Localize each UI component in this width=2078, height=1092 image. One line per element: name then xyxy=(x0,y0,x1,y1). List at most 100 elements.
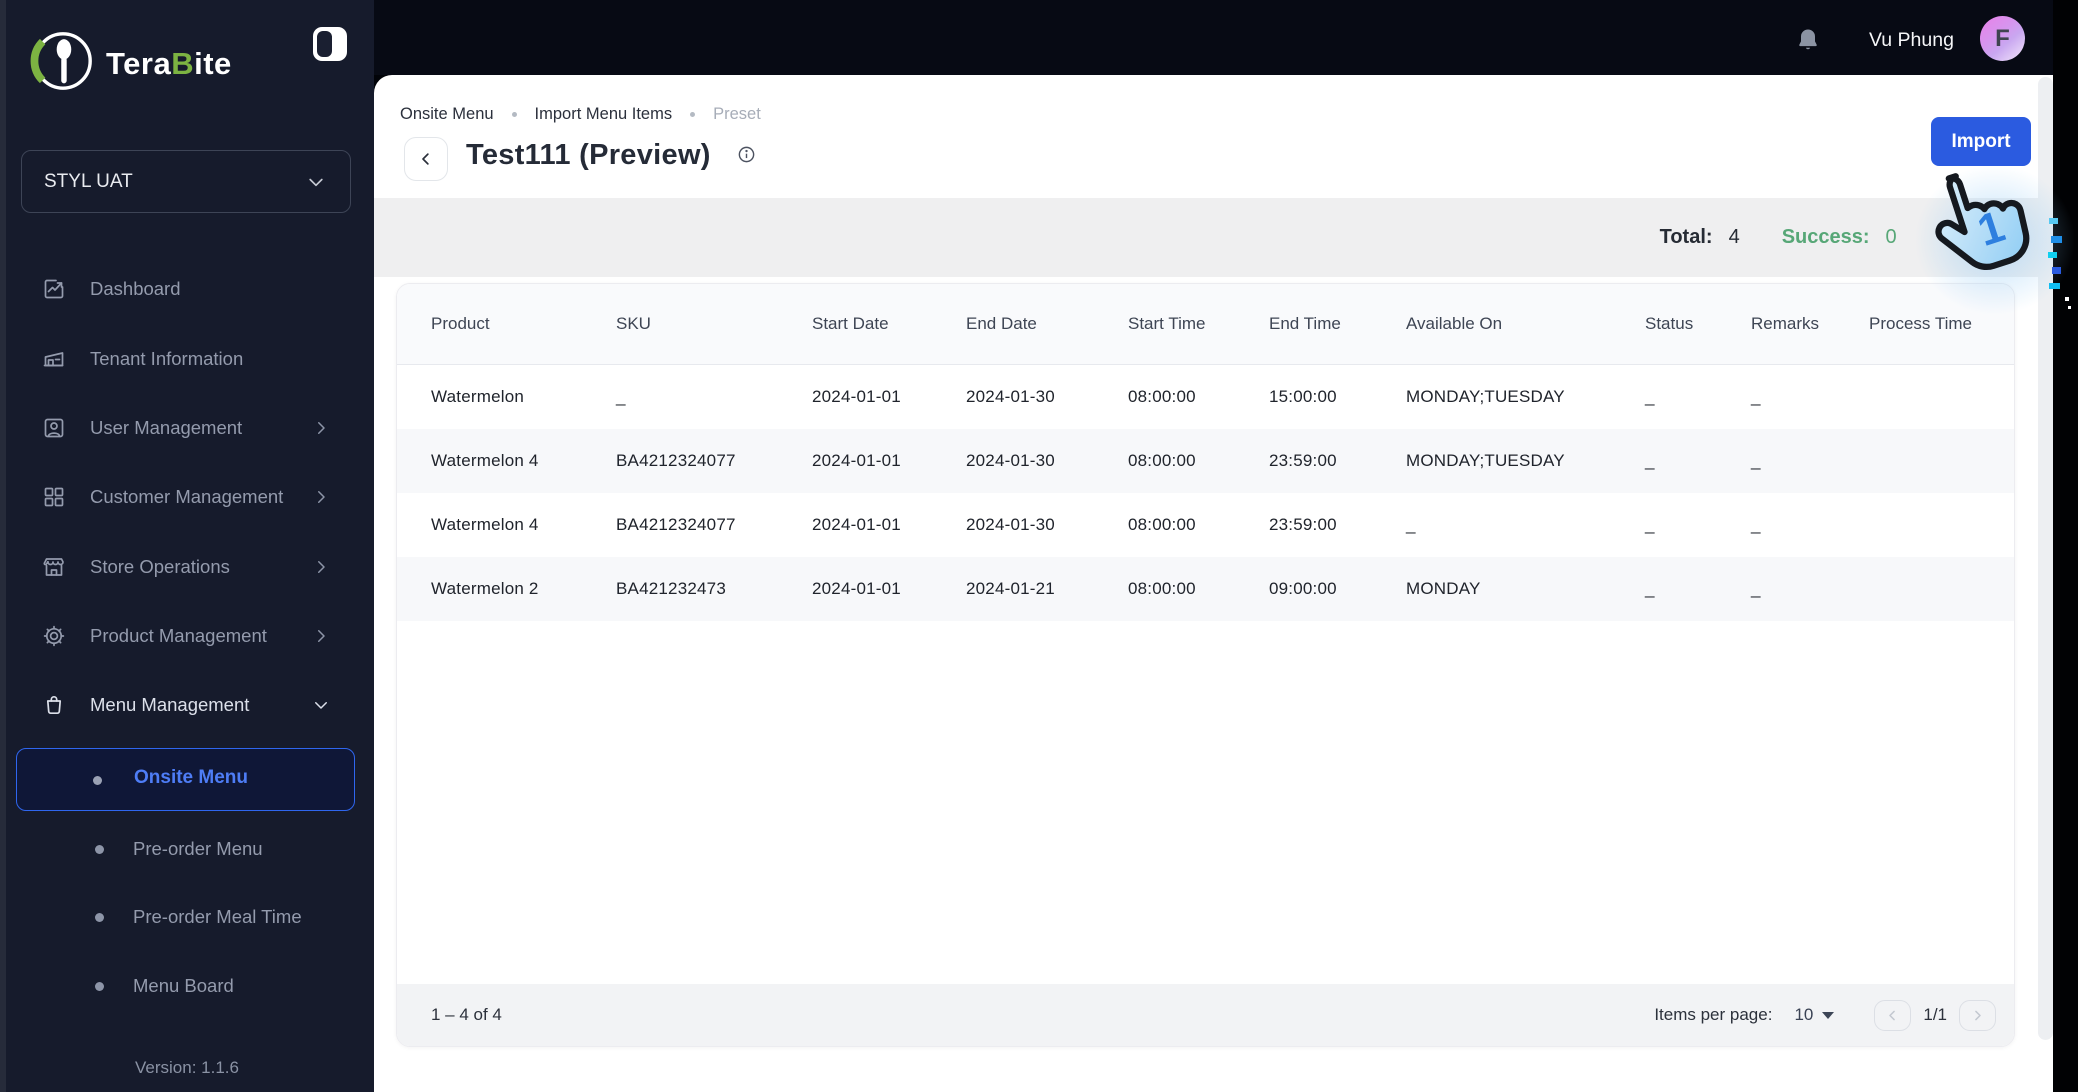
items-per-page-select[interactable]: 10 xyxy=(1794,1005,1835,1025)
import-summary-bar: Total: 4 Success: 0 E xyxy=(374,198,2053,277)
sidebar-item-tenant-information[interactable]: Tenant Information xyxy=(0,337,374,381)
sidebar-item-store-operations[interactable]: Store Operations xyxy=(0,545,374,589)
table-cell: BA421232473 xyxy=(616,579,726,598)
column-header: Remarks xyxy=(1751,314,1820,333)
total-label: Total: xyxy=(1659,226,1713,248)
chevron-left-icon xyxy=(1889,1010,1896,1020)
sidebar-subitem-menu-board[interactable]: Menu Board xyxy=(0,967,374,1007)
app-window: TeraBite STYL UAT Dashboard Tenant Infor… xyxy=(0,0,2078,1092)
sidebar-item-dashboard[interactable]: Dashboard xyxy=(0,267,374,311)
column-header: End Date xyxy=(966,314,1037,333)
avatar[interactable]: F xyxy=(1980,16,2025,61)
sidebar-collapse-button[interactable] xyxy=(313,27,347,61)
column-header: End Time xyxy=(1269,314,1341,333)
sidebar-item-label: Dashboard xyxy=(90,278,181,299)
notifications-bell-icon[interactable] xyxy=(1794,26,1822,59)
total-value: 4 xyxy=(1728,226,1740,248)
bullet-icon xyxy=(95,913,104,922)
table-cell: 2024-01-01 xyxy=(812,515,901,534)
terabite-logo-icon xyxy=(30,28,96,99)
page-title: Test111 (Preview) xyxy=(466,139,711,171)
glitch-pixel xyxy=(2068,306,2071,309)
pagination-range: 1 – 4 of 4 xyxy=(431,1005,502,1024)
info-icon[interactable] xyxy=(737,145,756,169)
table-cell: _ xyxy=(1645,451,1655,470)
sidebar-subitem-pre-order-meal-time[interactable]: Pre-order Meal Time xyxy=(0,898,374,938)
table-cell: 08:00:00 xyxy=(1128,515,1196,534)
click-cursor-hand-icon: 1 xyxy=(1922,160,2047,290)
chevron-right-icon xyxy=(312,488,330,511)
import-button[interactable]: Import xyxy=(1931,117,2031,166)
items-per-page-value: 10 xyxy=(1794,1005,1814,1024)
sidebar-item-label: User Management xyxy=(90,417,243,438)
table-cell: _ xyxy=(1645,515,1655,534)
table-cell: 15:00:00 xyxy=(1269,387,1337,406)
workspace-select-value: STYL UAT xyxy=(44,170,133,192)
sidebar-item-label: Menu Management xyxy=(90,694,250,715)
gear-icon xyxy=(42,624,66,648)
bullet-icon xyxy=(93,776,102,785)
sidebar-item-product-management[interactable]: Product Management xyxy=(0,614,374,658)
column-header: Start Date xyxy=(812,314,889,333)
sidebar-item-user-management[interactable]: User Management xyxy=(0,406,374,450)
table-cell: 2024-01-01 xyxy=(812,451,901,470)
table-cell: _ xyxy=(1751,387,1761,406)
glitch-pixel xyxy=(2052,267,2061,274)
table-cell: _ xyxy=(1645,387,1655,406)
chevron-right-icon xyxy=(312,419,330,442)
sidebar-subitem-pre-order-menu[interactable]: Pre-order Menu xyxy=(0,830,374,870)
grid-icon xyxy=(42,485,66,509)
sidebar-subitem-onsite-menu[interactable]: Onsite Menu xyxy=(16,748,355,811)
table-header-row: Product SKU Start Date End Date Start Time En… xyxy=(397,284,2014,364)
previous-page-button[interactable] xyxy=(1874,999,1912,1031)
table-row: Watermelon _ 2024-01-01 2024-01-30 08:00:00 1… xyxy=(397,365,2014,429)
table-cell: BA4212324077 xyxy=(616,515,736,534)
chevron-left-icon xyxy=(422,153,429,165)
table-cell: _ xyxy=(1751,451,1761,470)
table-body: Watermelon _ 2024-01-01 2024-01-30 08:00:00 1… xyxy=(397,365,2014,621)
table-cell: 08:00:00 xyxy=(1128,451,1196,470)
sidebar-item-customer-management[interactable]: Customer Management xyxy=(0,475,374,519)
breadcrumb-separator xyxy=(690,112,696,117)
dropdown-arrow-icon xyxy=(1822,1011,1835,1019)
glitch-pixel xyxy=(2065,297,2069,301)
next-page-button[interactable] xyxy=(1959,999,1996,1031)
table-header: Product SKU Start Date End Date Start Time En… xyxy=(397,284,2014,365)
chevron-right-icon xyxy=(312,627,330,650)
bullet-icon xyxy=(95,982,104,991)
table-cell: Watermelon xyxy=(431,387,525,406)
breadcrumb-onsite-menu[interactable]: Onsite Menu xyxy=(400,105,494,124)
sidebar-item-label: Customer Management xyxy=(90,486,284,507)
app-logo: TeraBite xyxy=(30,28,232,99)
storefront-icon xyxy=(42,555,66,579)
back-button[interactable] xyxy=(404,137,448,181)
table-cell: BA4212324077 xyxy=(616,451,736,470)
table-cell: 2024-01-21 xyxy=(966,579,1055,598)
sidebar-item-menu-management[interactable]: Menu Management xyxy=(0,683,374,727)
page-indicator: 1/1 xyxy=(1923,1005,1947,1024)
breadcrumb-preset: Preset xyxy=(713,105,761,123)
dashboard-icon xyxy=(42,277,66,301)
user-icon xyxy=(42,416,66,440)
glitch-pixel xyxy=(2051,236,2062,243)
column-header: Process Time xyxy=(1869,314,1972,333)
table-cell: Watermelon 2 xyxy=(431,579,539,598)
breadcrumb-import-menu-items[interactable]: Import Menu Items xyxy=(535,105,673,124)
shopping-bag-icon xyxy=(42,693,66,717)
workspace-select[interactable]: STYL UAT xyxy=(21,150,351,213)
preview-table-card: Product SKU Start Date End Date Start Time En… xyxy=(396,283,2015,1047)
table-cell: 08:00:00 xyxy=(1128,387,1196,406)
table-cell: MONDAY xyxy=(1406,579,1481,598)
sidebar-subitem-label: Onsite Menu xyxy=(134,767,249,788)
sidebar-item-label: Product Management xyxy=(90,625,267,646)
table-row: Watermelon 4 BA4212324077 2024-01-01 2024-0… xyxy=(397,429,2014,493)
table-row: Watermelon 2 BA421232473 2024-01-01 2024-01… xyxy=(397,557,2014,621)
table-cell: _ xyxy=(1751,579,1761,598)
table-cell: _ xyxy=(1645,579,1655,598)
table-cell: MONDAY;TUESDAY xyxy=(1406,451,1565,470)
sidebar-subitem-label: Menu Board xyxy=(133,975,234,996)
table-cell: _ xyxy=(1406,515,1416,534)
chevron-down-icon xyxy=(306,172,326,198)
breadcrumb-separator xyxy=(511,112,517,117)
table-cell: 2024-01-30 xyxy=(966,515,1055,534)
